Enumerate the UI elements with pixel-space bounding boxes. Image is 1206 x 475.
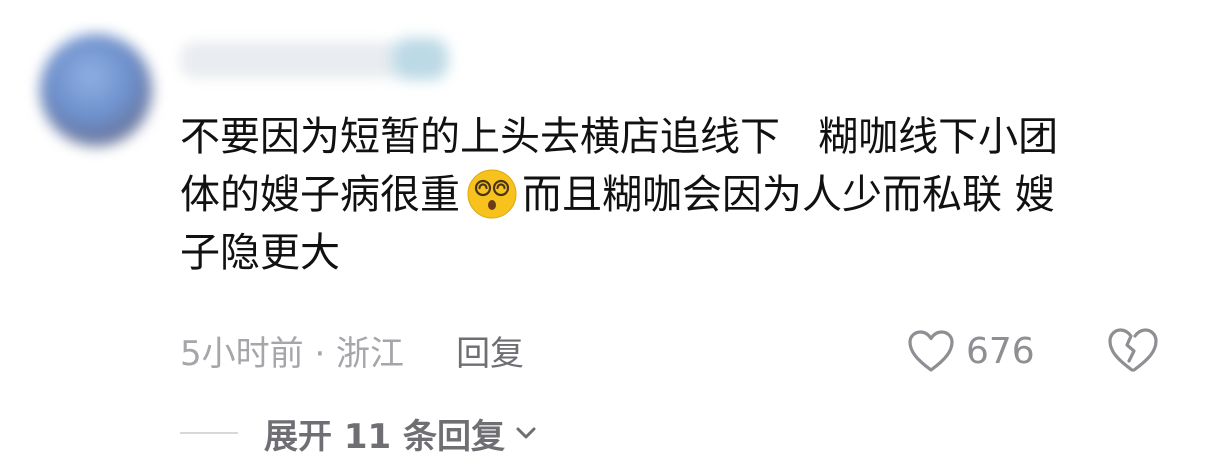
comment-meta: 5小时前 · 浙江 回复 bbox=[180, 325, 524, 375]
chevron-down-icon bbox=[516, 427, 536, 439]
comment-line-1: 不要因为短暂的上头去横店追线下 糊咖线下小团 bbox=[180, 114, 1059, 160]
username-blurred[interactable] bbox=[180, 42, 400, 78]
dizzy-face-emoji-icon bbox=[467, 169, 517, 219]
user-avatar[interactable] bbox=[40, 34, 152, 146]
expand-divider bbox=[180, 432, 238, 434]
comment-body: 不要因为短暂的上头去横店追线下 糊咖线下小团 体的嫂子病很重 而且糊咖会因为人少… bbox=[180, 108, 1170, 282]
comment-line-2a: 体的嫂子病很重 bbox=[180, 172, 460, 218]
comment-line-2: 体的嫂子病很重 而且糊咖会因为人少而私联 嫂 bbox=[180, 166, 1170, 224]
comment-line-2b: 而且糊咖会因为人少而私联 嫂 bbox=[522, 172, 1055, 218]
like-button[interactable]: 676 bbox=[906, 323, 1035, 379]
reply-button[interactable]: 回复 bbox=[456, 326, 524, 375]
broken-heart-icon[interactable] bbox=[1104, 324, 1160, 376]
time-location: 5小时前 · 浙江 bbox=[180, 333, 405, 374]
expand-replies-label: 展开 11 条回复 bbox=[264, 416, 505, 457]
expand-replies-button[interactable]: 展开 11 条回复 bbox=[180, 408, 539, 458]
comment-line-3: 子隐更大 bbox=[180, 230, 340, 276]
like-count: 676 bbox=[966, 330, 1035, 372]
username-badge-blurred bbox=[392, 38, 448, 80]
heart-outline-icon bbox=[908, 330, 954, 372]
